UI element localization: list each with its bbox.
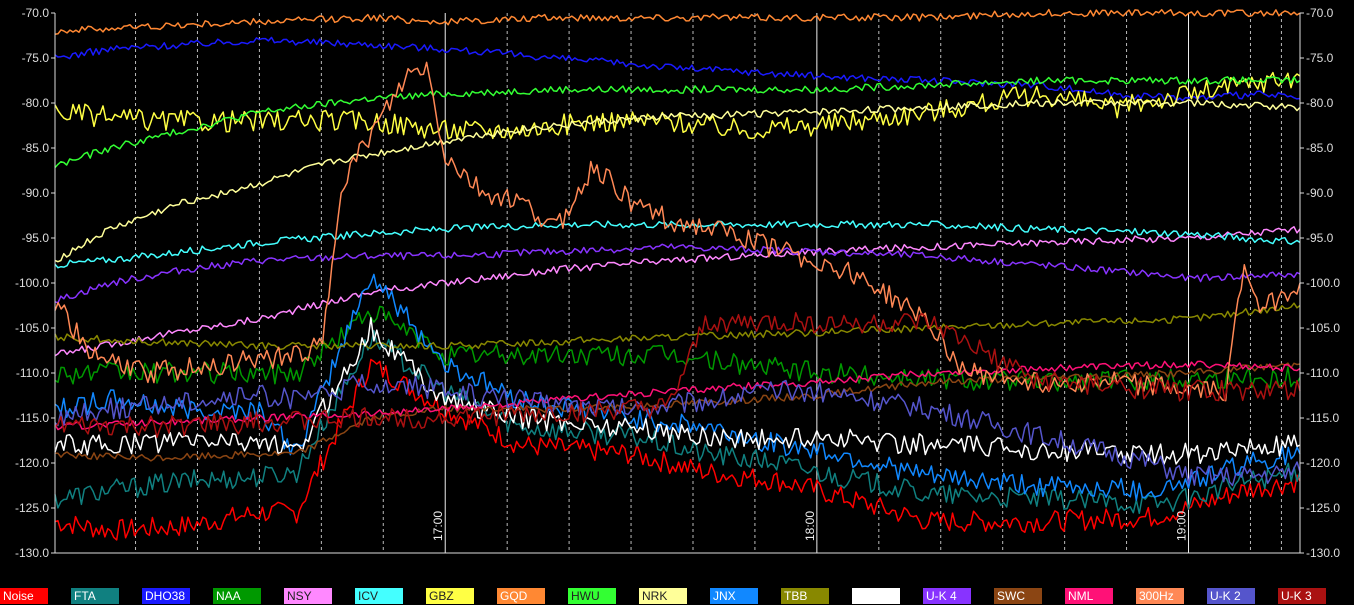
legend-label: NAA: [216, 589, 241, 603]
legend-label: GBZ: [429, 589, 454, 603]
legend-label: NSY: [287, 589, 312, 603]
y-tick-label-left: -75.0: [22, 51, 50, 65]
legend: Noise FTA DHO38 NAA NSY ICV GBZ GQD HWU NRK JNX TBB…: [0, 587, 1354, 605]
y-tick-label-right: -70.0: [1306, 6, 1334, 20]
y-tick-label-right: -85.0: [1306, 141, 1334, 155]
y-tick-label-left: -125.0: [15, 501, 49, 515]
y-tick-label-left: -95.0: [22, 231, 50, 245]
y-tick-label-left: -105.0: [15, 321, 49, 335]
y-tick-label-right: -120.0: [1306, 456, 1340, 470]
y-tick-label-left: -85.0: [22, 141, 50, 155]
time-label: 18:00: [803, 511, 817, 541]
legend-label: 300Hz: [1139, 589, 1174, 603]
y-tick-label-left: -70.0: [22, 6, 50, 20]
y-tick-label-right: -115.0: [1306, 411, 1339, 425]
legend-label: NML: [1068, 589, 1094, 603]
legend-label: U-K 4: [926, 589, 957, 603]
y-tick-label-right: -130.0: [1306, 546, 1340, 560]
legend-label: NRK: [642, 589, 668, 603]
time-label: 19:00: [1175, 511, 1189, 541]
legend-label: Noise: [3, 589, 34, 603]
time-label: 17:00: [431, 511, 445, 541]
y-tick-label-right: -100.0: [1306, 276, 1340, 290]
legend-label: UNID: [855, 589, 885, 603]
y-tick-label-left: -130.0: [15, 546, 49, 560]
legend-label: GQD: [500, 589, 528, 603]
y-tick-label-right: -105.0: [1306, 321, 1340, 335]
legend-label: FTA: [74, 589, 96, 603]
y-axis-right-ticks: -70.0 -75.0 -80.0 -85.0 -90.0 -95.0 -100.0 -105…: [1300, 6, 1340, 560]
legend-label: ICV: [358, 589, 379, 603]
y-tick-label-left: -120.0: [15, 456, 49, 470]
legend-label: U-K 3: [1281, 589, 1312, 603]
y-tick-label-right: -125.0: [1306, 501, 1340, 515]
y-tick-label-left: -80.0: [22, 96, 50, 110]
y-tick-label-right: -75.0: [1306, 51, 1334, 65]
y-tick-label-right: -110.0: [1306, 366, 1339, 380]
y-tick-label-right: -90.0: [1306, 186, 1334, 200]
legend-label: TBB: [784, 589, 808, 603]
legend-label: DHO38: [145, 589, 186, 603]
signal-strength-chart: -70.0 -75.0 -80.0 -85.0 -90.0 -95.0 -100.0 -105…: [15, 6, 1340, 560]
y-tick-label-left: -115.0: [16, 411, 49, 425]
legend-label: HWU: [571, 589, 600, 603]
y-axis-left-ticks: -70.0 -75.0 -80.0 -85.0 -90.0 -95.0 -100.0 -105…: [15, 6, 55, 560]
y-tick-label-left: -100.0: [15, 276, 49, 290]
legend-label: SWC: [997, 589, 1025, 603]
y-tick-label-left: -110.0: [16, 366, 49, 380]
y-tick-label-left: -90.0: [22, 186, 50, 200]
legend-label: JNX: [713, 589, 736, 603]
y-tick-label-right: -95.0: [1306, 231, 1334, 245]
y-tick-label-right: -80.0: [1306, 96, 1334, 110]
legend-label: U-K 2: [1210, 589, 1241, 603]
